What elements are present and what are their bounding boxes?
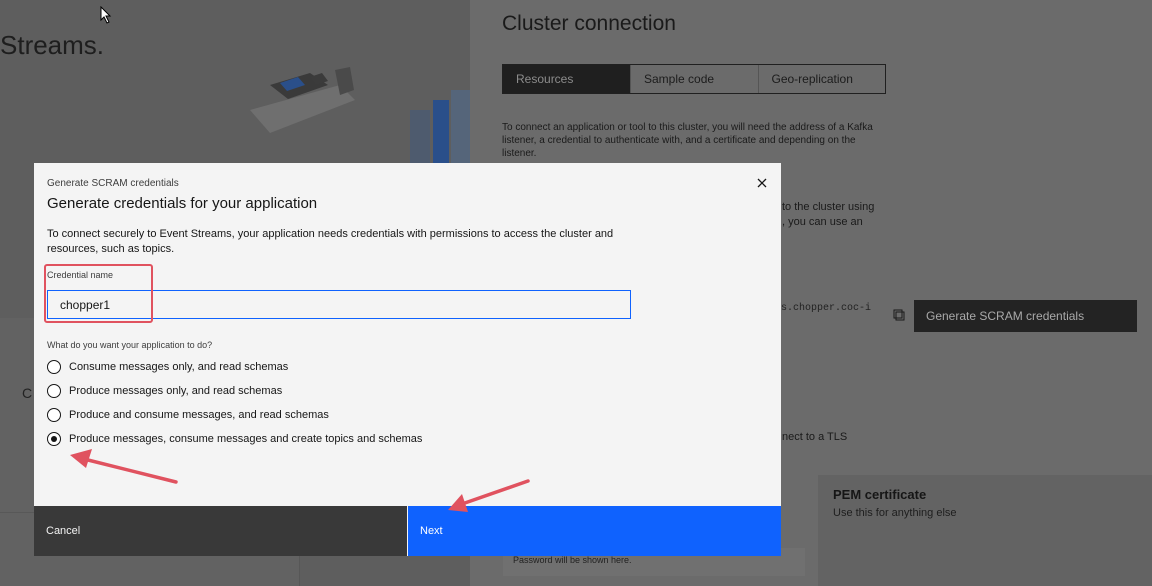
pem-certificate-card[interactable]: PEM certificate Use this for anything el…	[818, 475, 1152, 586]
modal-label: Generate SCRAM credentials	[47, 178, 179, 189]
radio-button[interactable]	[47, 384, 61, 398]
radio-option-consume[interactable]: Consume messages only, and read schemas	[47, 358, 288, 376]
generate-credentials-modal: Generate SCRAM credentials Generate cred…	[34, 163, 781, 556]
connection-text-fragment: to the cluster using, you can use an	[782, 201, 875, 228]
page-title-fragment: Streams.	[0, 30, 105, 60]
pem-title: PEM certificate	[833, 487, 927, 502]
panel-title: Cluster connection	[502, 12, 676, 35]
copy-icon[interactable]	[893, 309, 905, 321]
radio-label: Produce messages only, and read schemas	[69, 385, 283, 397]
ship-illustration	[250, 67, 355, 133]
radio-button[interactable]	[47, 408, 61, 422]
tab-resources[interactable]: Resources	[503, 65, 631, 93]
bootstrap-address-fragment: ps.chopper.coc-i	[775, 303, 872, 314]
mouse-cursor-icon	[100, 6, 112, 24]
credential-name-label: Credential name	[47, 270, 114, 280]
cancel-button[interactable]: Cancel	[34, 506, 407, 556]
radio-option-produce[interactable]: Produce messages only, and read schemas	[47, 382, 282, 400]
close-icon[interactable]	[753, 174, 771, 192]
modal-title: Generate credentials for your applicatio…	[47, 195, 318, 212]
radio-button-selected[interactable]	[47, 432, 61, 446]
connection-description: To connect an application or tool to thi…	[502, 122, 873, 159]
datacenter-illustration	[410, 90, 470, 165]
next-button[interactable]: Next	[408, 506, 781, 556]
tab-geo-replication[interactable]: Geo-replication	[759, 65, 886, 93]
permissions-question: What do you want your application to do?	[47, 340, 213, 350]
radio-button[interactable]	[47, 360, 61, 374]
tab-list: Resources Sample code Geo-replication	[502, 64, 886, 94]
card-title-fragment: C	[22, 385, 33, 401]
tab-sample-code[interactable]: Sample code	[631, 65, 759, 93]
radio-option-all[interactable]: Produce messages, consume messages and c…	[47, 430, 422, 448]
radio-option-produce-consume[interactable]: Produce and consume messages, and read s…	[47, 406, 329, 424]
modal-description: To connect securely to Event Streams, yo…	[47, 228, 614, 255]
pem-description: Use this for anything else	[833, 507, 957, 519]
radio-label: Consume messages only, and read schemas	[69, 361, 289, 373]
generate-scram-button[interactable]: Generate SCRAM credentials	[914, 300, 1137, 332]
tls-text-fragment: nect to a TLS	[782, 431, 848, 443]
credential-name-input[interactable]	[47, 290, 631, 319]
radio-label: Produce messages, consume messages and c…	[69, 433, 423, 445]
radio-label: Produce and consume messages, and read s…	[69, 409, 329, 421]
